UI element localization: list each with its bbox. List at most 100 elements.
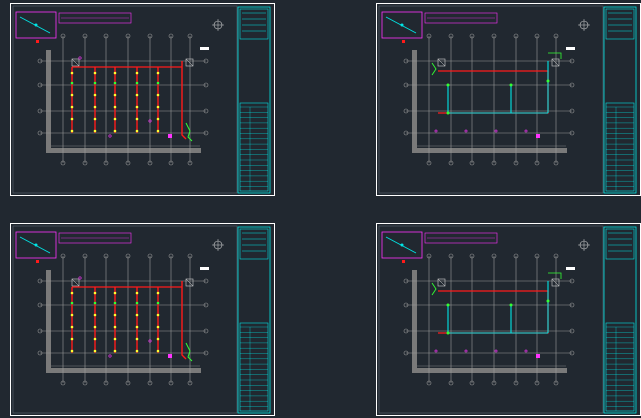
wall-left <box>46 50 51 153</box>
supply-main-pipe <box>438 70 549 114</box>
sprinkler-head <box>156 301 160 305</box>
label-tag <box>566 267 575 270</box>
sprinkler-head <box>93 81 97 85</box>
sprinkler-head <box>156 81 160 85</box>
sprinkler-head <box>70 81 74 85</box>
sprinkler-head <box>156 117 160 121</box>
wall-left <box>46 270 51 373</box>
sprinkler-head <box>135 349 139 353</box>
sprinkler-head <box>93 325 97 329</box>
sprinkler-head <box>70 313 74 317</box>
sprinkler-head <box>70 93 74 97</box>
drawing-sheet-bottom-left[interactable] <box>10 223 275 416</box>
sprinkler-head <box>156 313 160 317</box>
label-tag <box>566 47 575 50</box>
sprinkler-head <box>156 349 160 353</box>
inlet-connection <box>431 62 437 76</box>
supply-main-pipe <box>438 290 549 334</box>
sprinkler-head <box>135 81 139 85</box>
title-block-header <box>605 228 635 260</box>
sprinkler-head <box>135 71 139 75</box>
title-block-table <box>239 102 269 192</box>
floor-drain-symbol <box>494 129 498 133</box>
pipe-junction-node <box>546 79 550 83</box>
title-block-frame <box>237 226 271 414</box>
sprinkler-head <box>113 81 117 85</box>
title-block <box>603 226 637 414</box>
sprinkler-head <box>135 337 139 341</box>
sprinkler-head <box>113 105 117 109</box>
floor-drain-symbol <box>494 349 498 353</box>
title-block-frame <box>237 6 271 194</box>
equipment-box-cross <box>437 58 446 67</box>
sprinkler-pendant <box>108 354 112 358</box>
riser-connection <box>548 52 562 59</box>
sprinkler-head <box>156 337 160 341</box>
title-block <box>237 6 271 194</box>
riser-connection <box>185 122 193 142</box>
sprinkler-head <box>113 71 117 75</box>
floor-drain-symbol <box>464 129 468 133</box>
sprinkler-head <box>135 129 139 133</box>
title-block-table <box>605 322 635 412</box>
north-marker <box>402 40 405 43</box>
riser-pipe <box>181 61 187 140</box>
sheet-svg <box>376 3 641 196</box>
pipe-junction-node <box>509 83 513 87</box>
riser-connection <box>548 272 562 279</box>
pipe-junction-node <box>446 83 450 87</box>
pipe-junction-node <box>446 303 450 307</box>
sprinkler-head <box>70 117 74 121</box>
equipment-box-cross <box>551 278 560 287</box>
pipe-junction-node <box>546 299 550 303</box>
sprinkler-head <box>113 129 117 133</box>
sprinkler-head <box>156 291 160 295</box>
sprinkler-head <box>113 325 117 329</box>
north-marker <box>402 260 405 263</box>
floor-drain-symbol <box>524 349 528 353</box>
sprinkler-head <box>93 337 97 341</box>
sprinkler-head <box>113 93 117 97</box>
sprinkler-head <box>93 93 97 97</box>
equipment-box-cross <box>551 58 560 67</box>
equipment-box-cross <box>71 58 80 67</box>
sprinkler-head <box>93 129 97 133</box>
title-block <box>603 6 637 194</box>
sprinkler-head <box>113 313 117 317</box>
valve-symbol <box>168 134 172 138</box>
drawing-sheet-top-left[interactable] <box>10 3 275 196</box>
sprinkler-head <box>156 105 160 109</box>
legend-diagram-node <box>34 23 38 27</box>
wall-left <box>412 50 417 153</box>
sprinkler-head <box>70 337 74 341</box>
wall-bottom <box>412 368 567 373</box>
drawing-sheet-top-right[interactable] <box>376 3 641 196</box>
label-tag <box>200 47 209 50</box>
sprinkler-head <box>113 291 117 295</box>
sprinkler-pendant <box>78 56 82 60</box>
sprinkler-head <box>156 71 160 75</box>
legend-diagram-node <box>400 23 404 27</box>
sprinkler-pendant <box>108 134 112 138</box>
return-pipe <box>447 85 548 114</box>
floor-drain-symbol <box>464 349 468 353</box>
sprinkler-head <box>156 129 160 133</box>
sheet-svg <box>10 3 275 196</box>
sprinkler-head <box>70 129 74 133</box>
pipe-junction-node <box>446 331 450 335</box>
sprinkler-head <box>135 117 139 121</box>
sprinkler-head <box>113 337 117 341</box>
title-block-table <box>605 102 635 192</box>
north-marker <box>36 260 39 263</box>
pipe-junction-node <box>509 303 513 307</box>
floor-drain-symbol <box>434 349 438 353</box>
valve-symbol <box>168 354 172 358</box>
drawing-sheet-bottom-right[interactable] <box>376 223 641 416</box>
wall-left <box>412 270 417 373</box>
valve-symbol <box>536 354 540 358</box>
legend-diagram-node <box>34 243 38 247</box>
title-block-header <box>239 228 269 260</box>
legend-diagram-node <box>400 243 404 247</box>
sprinkler-head <box>93 301 97 305</box>
sprinkler-head <box>93 291 97 295</box>
